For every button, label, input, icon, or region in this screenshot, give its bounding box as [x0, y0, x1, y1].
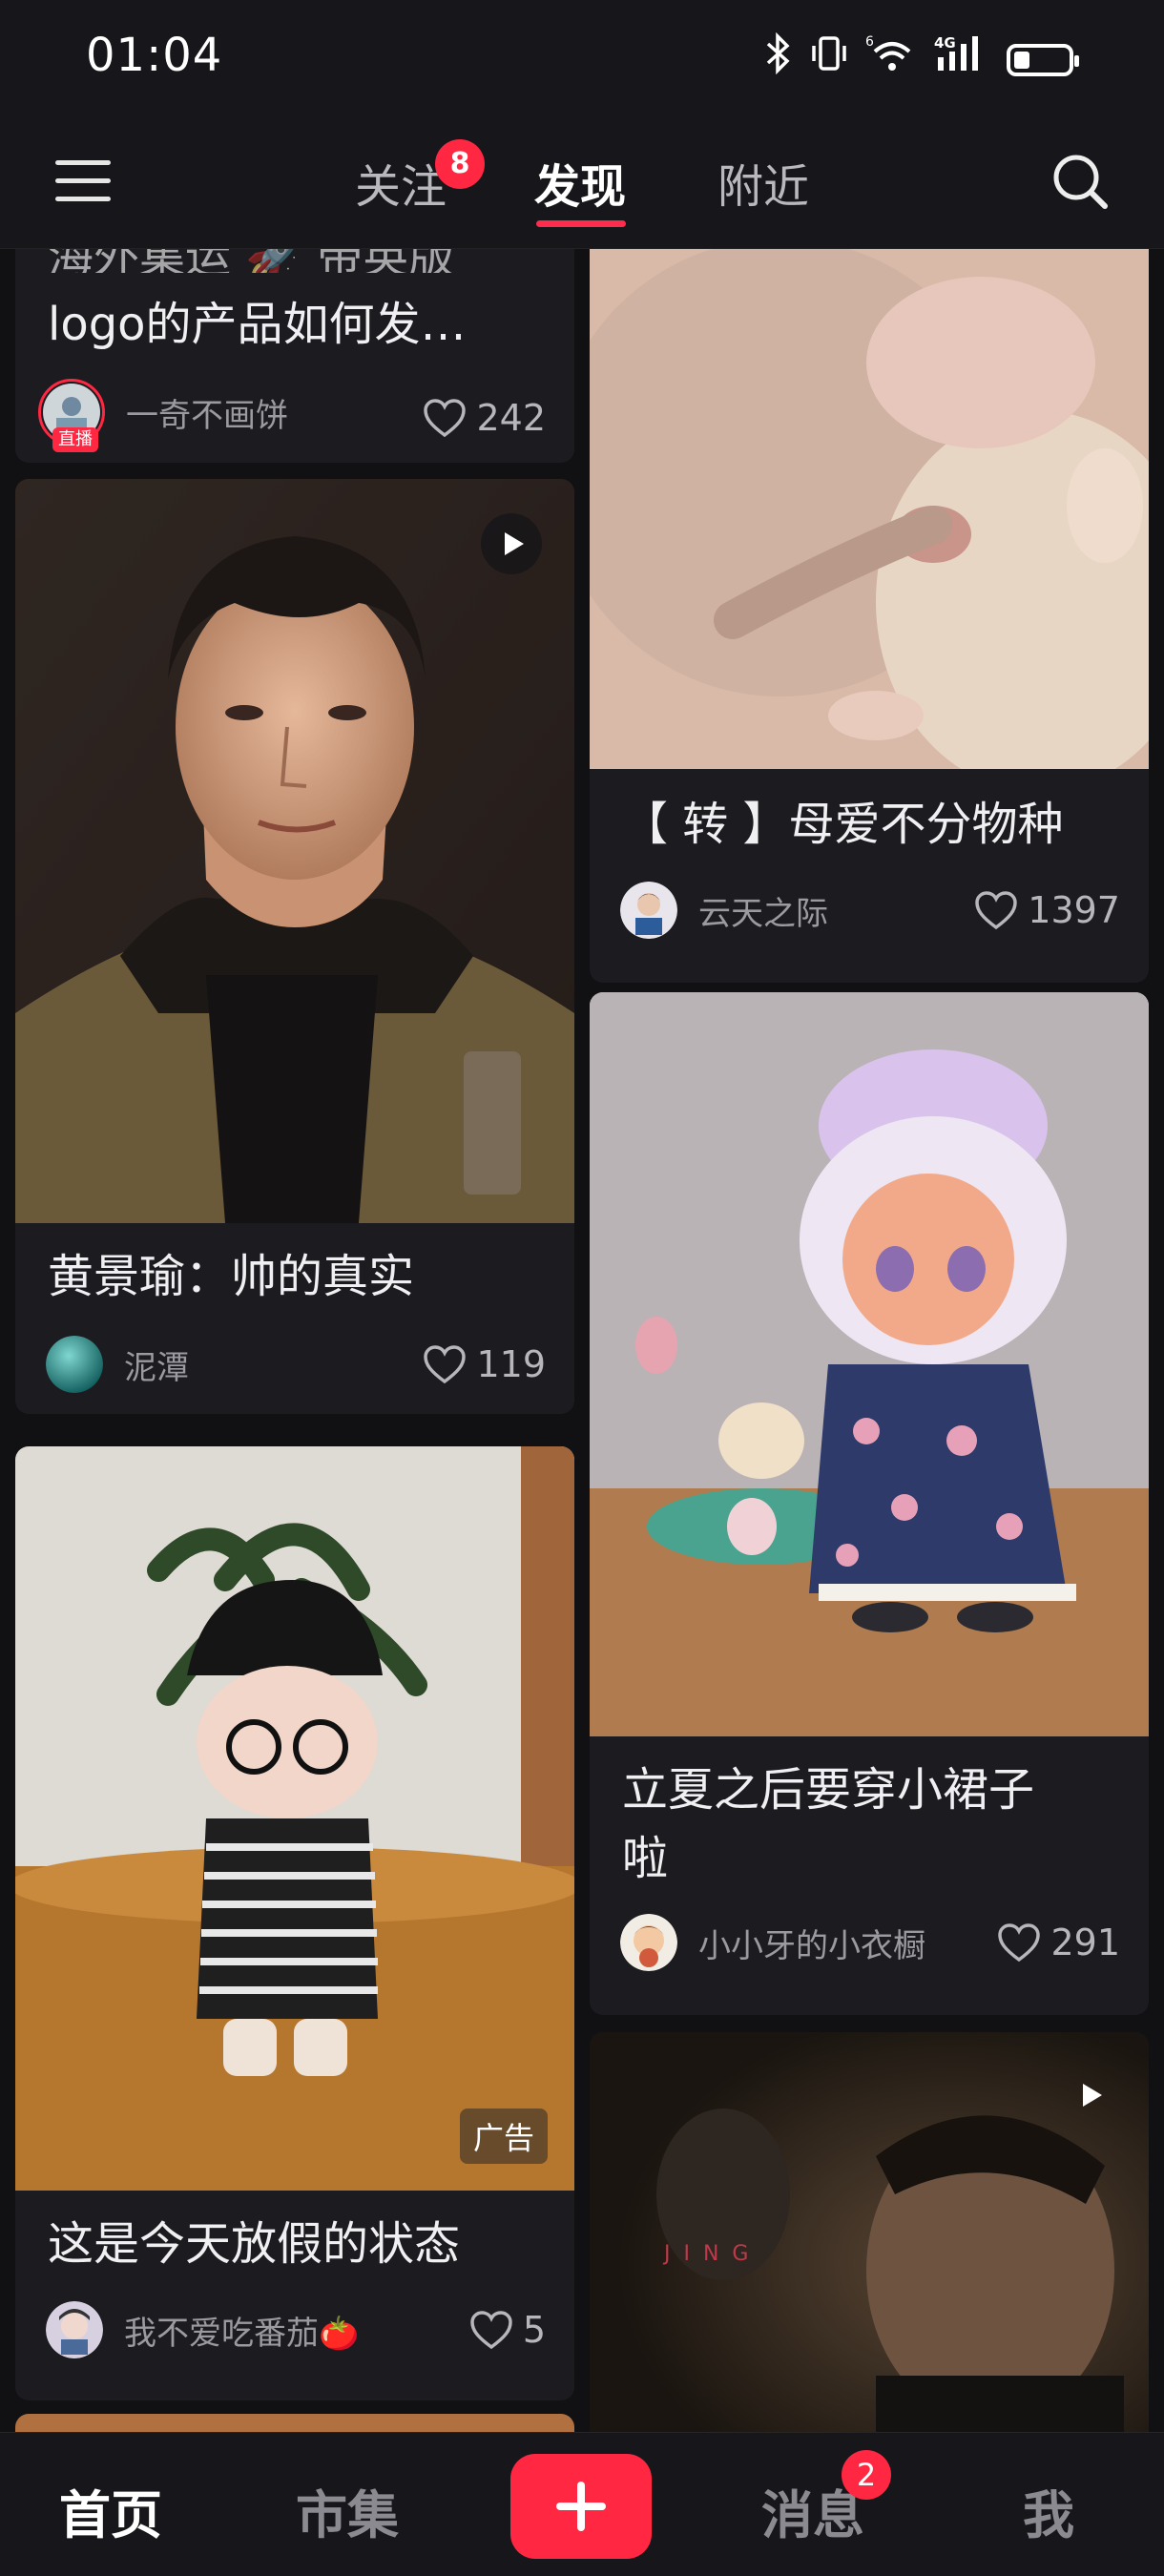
add-post-button[interactable]	[510, 2454, 652, 2559]
status-bar: 01:04 6 4G	[0, 0, 1164, 114]
card-cover-image: JING	[590, 2032, 1149, 2433]
heart-icon	[470, 2311, 512, 2350]
author-name: 云天之际	[698, 894, 828, 933]
battery-icon	[1007, 43, 1079, 76]
feed-card[interactable]: 【 转 】母爱不分物种 云天之际 1397	[590, 248, 1149, 983]
sim-label: 6	[865, 34, 874, 50]
card-cover-image: 广告	[15, 1446, 574, 2191]
follow-count-badge: 8	[435, 139, 485, 189]
like-button[interactable]: 242	[423, 389, 546, 447]
card-title-hidden-line: 海外集运 🚀 带英版	[48, 248, 546, 273]
card-title: logo的产品如何发…	[48, 298, 467, 351]
active-tab-indicator	[536, 220, 626, 227]
like-button[interactable]: 5	[469, 2301, 546, 2358]
author-name: 一奇不画饼	[126, 396, 288, 435]
card-author[interactable]: 小小牙的小衣橱	[620, 1914, 925, 1971]
feed-card[interactable]: 黄景瑜：帅的真实 泥潭 119	[15, 479, 574, 1414]
nav-home[interactable]: 首页	[59, 2473, 162, 2548]
like-count: 1397	[1028, 889, 1120, 931]
network-label: 4G	[934, 34, 956, 52]
tab-follow[interactable]: 关注	[355, 149, 447, 216]
card-cover-image	[590, 992, 1149, 1736]
author-name: 我不爱吃番茄🍅	[124, 2314, 360, 2353]
video-play-icon	[481, 513, 542, 574]
card-author[interactable]: 云天之际	[620, 882, 828, 939]
tab-discover[interactable]: 发现	[534, 149, 626, 216]
bottom-nav: 首页 市集 消息 2 我	[0, 2432, 1164, 2576]
like-count: 5	[522, 2309, 546, 2351]
card-cover-image	[590, 248, 1149, 792]
menu-icon[interactable]	[55, 156, 111, 204]
card-title: 这是今天放假的状态	[48, 2217, 461, 2271]
ad-label: 广告	[459, 2109, 548, 2164]
card-author[interactable]: 直播 一奇不画饼	[38, 379, 288, 452]
card-author[interactable]: 我不爱吃番茄🍅	[46, 2301, 359, 2358]
avatar	[620, 1914, 677, 1971]
vibrate-icon	[808, 32, 850, 87]
feed-card[interactable]	[15, 2414, 574, 2433]
card-title: 立夏之后要穿小裙子	[622, 1763, 1035, 1817]
cellular-signal-icon: 4G	[934, 32, 991, 87]
feed-card[interactable]: 立夏之后要穿小裙子 啦 小小牙的小衣橱 291	[590, 992, 1149, 2015]
heart-icon	[424, 1345, 467, 1384]
messages-count-badge: 2	[842, 2450, 891, 2500]
card-title-line2: 啦	[622, 1832, 669, 1885]
like-button[interactable]: 1397	[974, 882, 1120, 939]
card-cover-image	[15, 479, 574, 1223]
like-count: 291	[1050, 1922, 1120, 1963]
heart-icon	[975, 891, 1018, 930]
battery-level	[1014, 51, 1029, 69]
heart-icon	[424, 399, 467, 438]
like-button[interactable]: 291	[997, 1914, 1120, 1971]
tab-nearby[interactable]: 附近	[717, 149, 809, 216]
live-badge: 直播	[52, 427, 98, 452]
heart-icon	[998, 1923, 1041, 1963]
wifi-icon: 6	[865, 32, 919, 87]
top-nav: 关注 8 发现 附近	[0, 114, 1164, 249]
card-title: 【 转 】母爱不分物种	[622, 798, 1064, 851]
status-time: 01:04	[86, 29, 223, 82]
avatar	[620, 882, 677, 939]
card-author[interactable]: 泥潭	[46, 1336, 189, 1393]
avatar: 直播	[38, 379, 105, 452]
like-count: 119	[476, 1343, 546, 1385]
feed-card[interactable]: JING	[590, 2032, 1149, 2433]
nav-market[interactable]: 市集	[296, 2473, 399, 2548]
like-button[interactable]: 119	[423, 1336, 546, 1393]
nav-profile[interactable]: 我	[1023, 2473, 1074, 2548]
author-name: 泥潭	[124, 1348, 189, 1387]
video-play-icon	[1059, 2065, 1120, 2126]
card-title: 黄景瑜：帅的真实	[48, 1250, 415, 1303]
bluetooth-icon	[764, 31, 793, 87]
feed[interactable]: 海外集运 🚀 带英版 logo的产品如何发… 直播 一奇不画饼 242	[0, 248, 1164, 2433]
avatar	[46, 1336, 103, 1393]
avatar	[46, 2301, 103, 2358]
author-name: 小小牙的小衣橱	[698, 1926, 925, 1965]
search-icon[interactable]	[1050, 151, 1111, 212]
video-overlay-text: JING	[664, 2242, 762, 2266]
feed-card[interactable]: 海外集运 🚀 带英版 logo的产品如何发… 直播 一奇不画饼 242	[15, 248, 574, 463]
status-icons: 6 4G	[764, 31, 1079, 87]
like-count: 242	[476, 397, 546, 439]
feed-card[interactable]: 广告 这是今天放假的状态 我不爱吃番茄🍅 5	[15, 1446, 574, 2400]
